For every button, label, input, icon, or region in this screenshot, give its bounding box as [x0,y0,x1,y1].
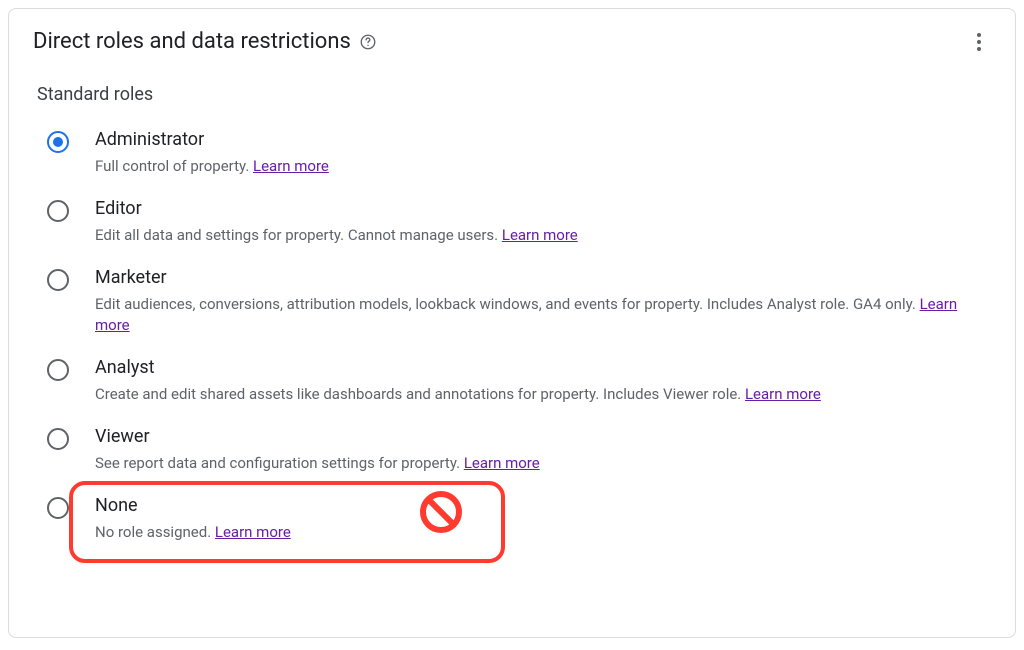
role-desc: Create and edit shared assets like dashb… [95,384,971,406]
learn-more-link[interactable]: Learn more [502,226,578,244]
role-row-editor: Editor Edit all data and settings for pr… [47,198,991,247]
role-desc: See report data and configuration settin… [95,453,971,475]
section-title: Standard roles [37,84,991,105]
role-list: Administrator Full control of property. … [33,129,991,543]
role-content: Editor Edit all data and settings for pr… [95,198,991,247]
roles-panel: Direct roles and data restrictions Stand… [8,8,1016,638]
radio-marketer[interactable] [47,269,69,291]
role-content: Analyst Create and edit shared assets li… [95,357,991,406]
radio-editor[interactable] [47,200,69,222]
role-row-marketer: Marketer Edit audiences, conversions, at… [47,267,991,338]
role-name: Marketer [95,267,971,288]
role-row-viewer: Viewer See report data and configuration… [47,426,991,475]
radio-viewer[interactable] [47,428,69,450]
role-desc: Full control of property. Learn more [95,156,971,178]
radio-none[interactable] [47,497,69,519]
learn-more-link[interactable]: Learn more [464,454,540,472]
radio-administrator[interactable] [47,131,69,153]
role-content: Administrator Full control of property. … [95,129,991,178]
help-icon[interactable] [359,33,377,51]
role-name: None [95,495,971,516]
panel-title-wrap: Direct roles and data restrictions [33,29,377,54]
learn-more-link[interactable]: Learn more [253,157,329,175]
role-desc: No role assigned. Learn more [95,522,971,544]
role-content: Viewer See report data and configuration… [95,426,991,475]
radio-analyst[interactable] [47,359,69,381]
learn-more-link[interactable]: Learn more [215,523,291,541]
panel-header: Direct roles and data restrictions [33,29,991,54]
more-menu-button[interactable] [967,30,991,54]
role-desc: Edit all data and settings for property.… [95,225,971,247]
learn-more-link[interactable]: Learn more [745,385,821,403]
role-row-none: None No role assigned. Learn more [47,495,991,544]
role-row-administrator: Administrator Full control of property. … [47,129,991,178]
panel-title: Direct roles and data restrictions [33,29,351,54]
role-desc: Edit audiences, conversions, attribution… [95,294,971,338]
role-name: Viewer [95,426,971,447]
role-content: Marketer Edit audiences, conversions, at… [95,267,991,338]
role-name: Analyst [95,357,971,378]
role-content: None No role assigned. Learn more [95,495,991,544]
role-name: Administrator [95,129,971,150]
role-name: Editor [95,198,971,219]
role-row-analyst: Analyst Create and edit shared assets li… [47,357,991,406]
